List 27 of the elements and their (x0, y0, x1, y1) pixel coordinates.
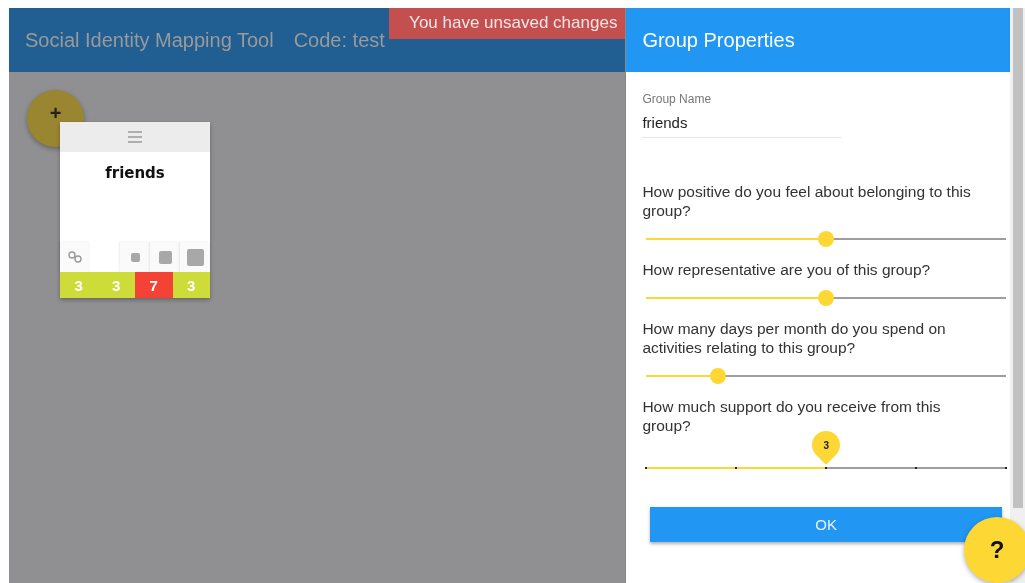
question-text: How many days per month do you spend on activities relating to this group? (642, 319, 947, 357)
question-text: How representative are you of this group? (642, 260, 932, 279)
size-button[interactable] (150, 242, 180, 272)
small-square-icon (130, 252, 140, 262)
size-button[interactable] (180, 242, 210, 272)
app-title: Social Identity Mapping Tool (25, 28, 274, 52)
count-cell: 7 (135, 272, 173, 298)
count-cell: 3 (172, 272, 210, 298)
link-icon (68, 251, 82, 263)
count-cell: 3 (97, 272, 135, 298)
field-label: Group Name (642, 92, 713, 106)
large-square-icon (186, 248, 204, 266)
drag-handle-icon[interactable] (128, 131, 142, 143)
code-label: Code: test (293, 28, 385, 52)
group-card[interactable]: friends 3 3 7 3 (60, 122, 210, 298)
slider-thumb[interactable] (710, 368, 727, 384)
question-text: How positive do you feel about belonging to this group? (642, 182, 972, 220)
size-button[interactable] (120, 242, 150, 272)
panel-title: Group Properties (626, 8, 1010, 72)
slider-thumb[interactable] (818, 290, 835, 306)
count-cell: 3 (60, 272, 98, 298)
link-button[interactable] (60, 242, 90, 272)
group-name: friends (104, 163, 166, 184)
square-icon (158, 250, 172, 264)
scrollbar-thumb[interactable] (1013, 8, 1023, 508)
unsaved-notice: You have unsaved changes (389, 8, 626, 39)
slider-thumb[interactable] (818, 231, 835, 247)
